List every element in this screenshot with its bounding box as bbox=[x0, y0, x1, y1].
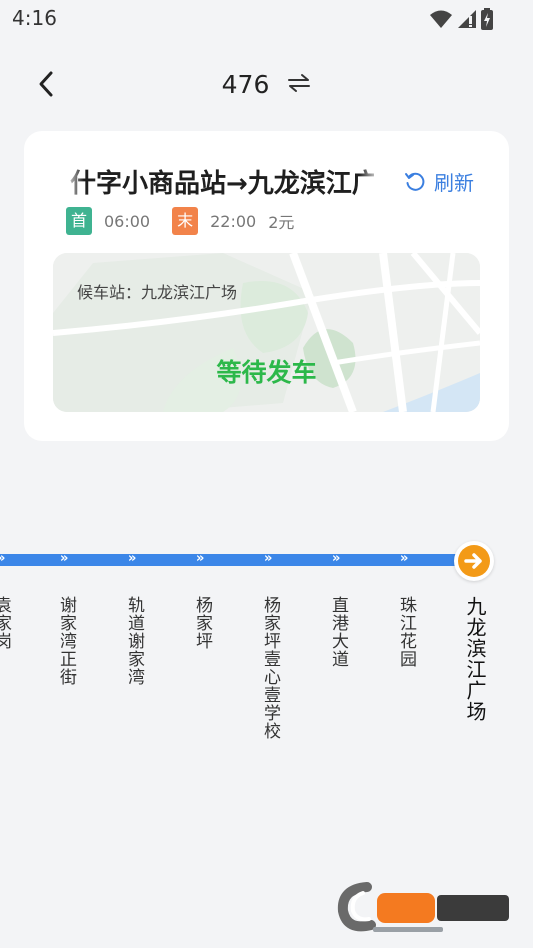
stop-item[interactable]: 谢家湾正街 bbox=[55, 596, 77, 686]
route-info-card: 什字小商品站→九龙滨江广场 刷新 首 06:00 末 22:00 2元 候车站：… bbox=[24, 131, 509, 441]
first-bus-tag: 首 bbox=[66, 207, 92, 235]
last-bus-tag: 末 bbox=[172, 207, 199, 235]
operating-times: 首 06:00 末 22:00 2元 bbox=[66, 207, 294, 235]
stop-item[interactable]: 珠江花园 bbox=[395, 596, 417, 668]
current-stop-marker[interactable] bbox=[454, 541, 494, 581]
route-chevron: » bbox=[196, 551, 205, 566]
route-chevron: » bbox=[264, 551, 273, 566]
status-bar: 4:16 bbox=[0, 0, 533, 38]
battery-icon bbox=[481, 8, 493, 30]
map-preview: 候车站：九龙滨江广场 等待发车 bbox=[53, 253, 480, 412]
route-chevron: » bbox=[60, 551, 69, 566]
watermark-logo bbox=[333, 871, 513, 937]
route-number: 476 bbox=[221, 69, 270, 99]
wifi-icon bbox=[430, 10, 452, 28]
swap-icon bbox=[288, 73, 311, 92]
refresh-button[interactable]: 刷新 bbox=[404, 167, 474, 196]
stop-item[interactable]: 杨家坪 bbox=[191, 596, 213, 650]
route-title: 476 bbox=[0, 68, 533, 99]
refresh-icon bbox=[405, 172, 425, 191]
route-chevron: » bbox=[332, 551, 341, 566]
status-time: 4:16 bbox=[12, 6, 57, 30]
refresh-label: 刷新 bbox=[434, 171, 474, 195]
waiting-station-label: 候车站：九龙滨江广场 bbox=[77, 283, 238, 302]
direction-fade-left bbox=[64, 157, 84, 201]
header: 476 bbox=[0, 56, 533, 112]
direction-title: 什字小商品站→九龙滨江广场 bbox=[70, 169, 374, 199]
route-chevron: » bbox=[128, 551, 137, 566]
fare-price: 2元 bbox=[268, 213, 295, 232]
direction-fade-right bbox=[359, 157, 381, 201]
swap-direction-button[interactable] bbox=[287, 70, 311, 99]
route-chevron: » bbox=[400, 551, 409, 566]
status-icons bbox=[429, 8, 493, 30]
last-bus-time: 22:00 bbox=[210, 211, 257, 231]
route-chevron: » bbox=[0, 551, 5, 567]
stop-item-current[interactable]: 九龙滨江广场 bbox=[462, 596, 487, 722]
stop-item[interactable]: 直港大道 bbox=[327, 596, 349, 668]
signal-icon bbox=[458, 10, 476, 28]
route-line bbox=[0, 554, 462, 566]
stop-item[interactable]: 杨家坪壹心壹学校 bbox=[259, 596, 281, 740]
first-bus-time: 06:00 bbox=[104, 211, 151, 231]
stop-item[interactable]: 轨道谢家湾 bbox=[123, 596, 145, 686]
waiting-status: 等待发车 bbox=[216, 358, 317, 387]
arrow-right-circle-icon bbox=[464, 553, 482, 569]
stop-item[interactable]: 袁家岗 bbox=[0, 596, 12, 650]
